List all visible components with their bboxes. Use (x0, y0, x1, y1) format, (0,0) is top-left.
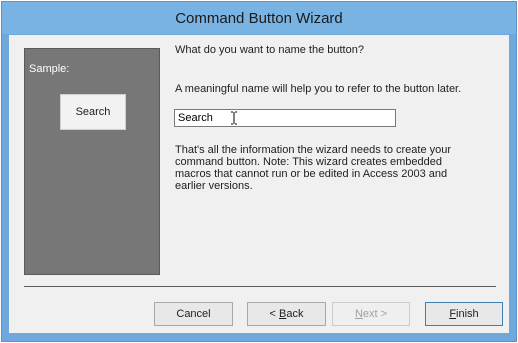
back-button-rest: ack (286, 308, 304, 320)
finish-button-rest: inish (456, 308, 479, 320)
title-bar[interactable]: Command Button Wizard (2, 2, 516, 34)
window-title: Command Button Wizard (175, 9, 343, 27)
button-name-input[interactable] (174, 109, 396, 127)
name-question: What do you want to name the button? (175, 44, 364, 56)
back-button-mnemonic: B (279, 308, 287, 320)
back-button[interactable]: < Back (247, 302, 326, 326)
cancel-button-label: Cancel (176, 308, 211, 320)
sample-preview-panel: Sample: Search (24, 48, 160, 275)
button-row-divider (24, 286, 496, 287)
wizard-body: Sample: Search What do you want to name … (9, 35, 509, 333)
next-button[interactable]: Next > (332, 302, 410, 326)
next-button-mnemonic: N (354, 308, 363, 320)
finish-button-mnemonic: F (449, 308, 457, 320)
cancel-button[interactable]: Cancel (154, 302, 233, 326)
next-button-rest: ext > (362, 308, 388, 320)
name-hint: A meaningful name will help you to refer… (175, 83, 462, 95)
sample-label: Sample: (29, 63, 70, 75)
text-cursor-icon (231, 111, 237, 125)
info-text: That's all the information the wizard ne… (175, 144, 452, 192)
wizard-window: Command Button Wizard Sample: Search Wha… (1, 1, 517, 342)
back-button-prefix: < (269, 308, 279, 320)
sample-button-preview: Search (60, 94, 126, 130)
finish-button[interactable]: Finish (425, 302, 503, 326)
